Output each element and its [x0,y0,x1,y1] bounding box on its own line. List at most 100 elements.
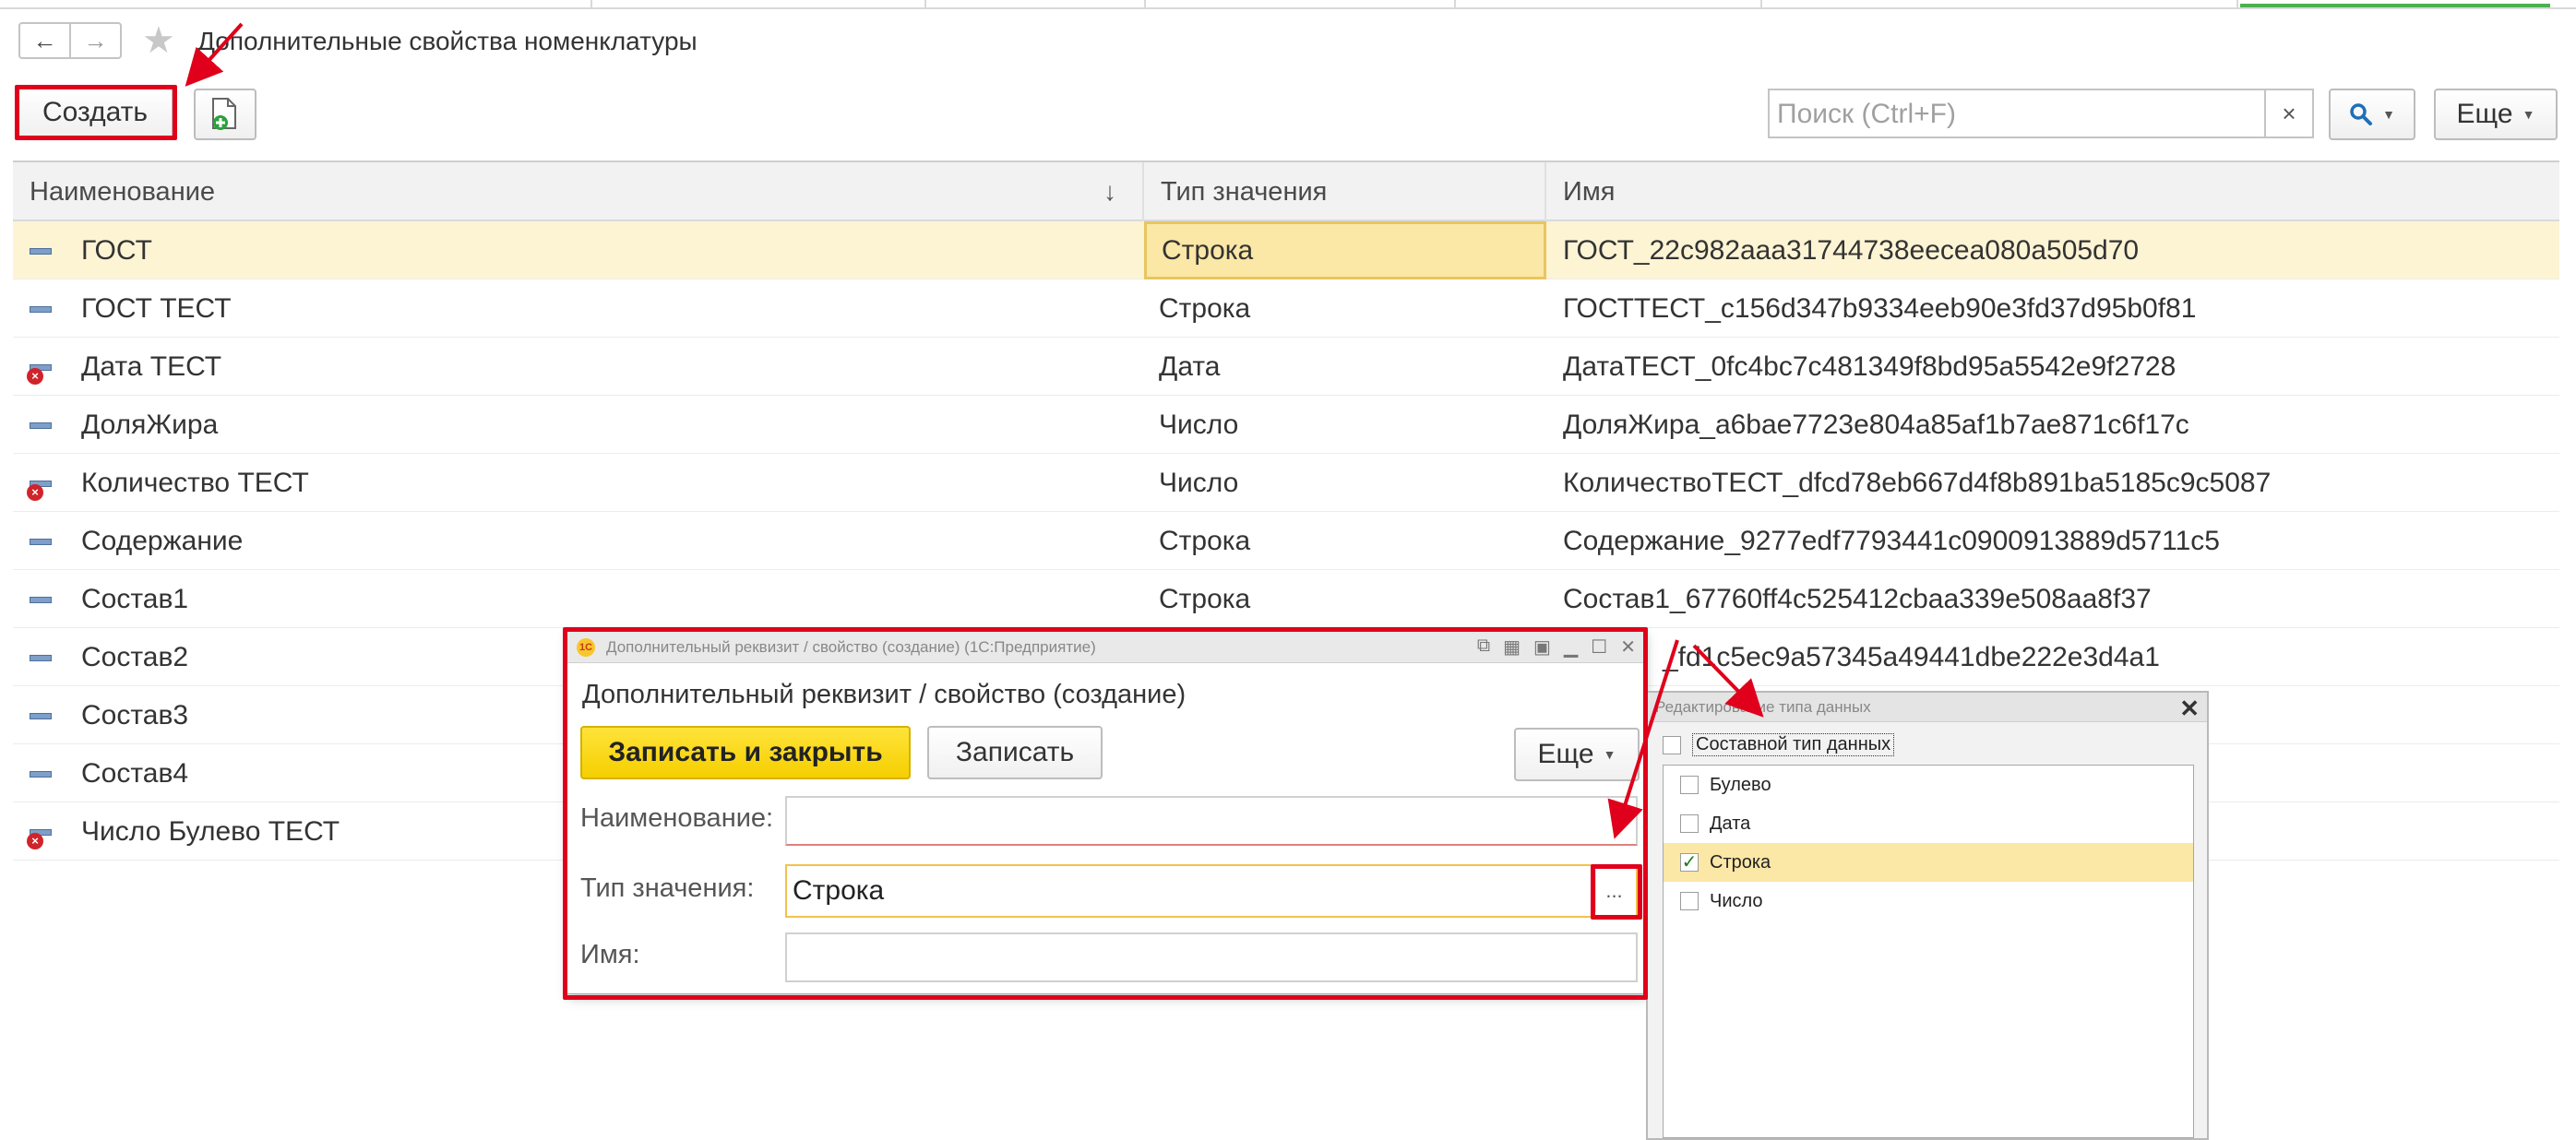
value-type-field[interactable]: Строка ... [785,864,1638,918]
link-icon[interactable]: ⧉ [1477,635,1490,659]
back-arrow-icon[interactable]: ← [20,24,69,57]
table-row[interactable]: × Количество ТЕСТ Число КоличествоТЕСТ_dfcd… [13,454,2559,512]
table-row[interactable]: ДоляЖира Число ДоляЖира_a6bae7723e804a85af… [13,396,2559,454]
property-icon [30,531,54,552]
page-title: Дополнительные свойства номенклатуры [197,27,698,55]
type-cell: Строка [1159,583,1251,614]
save-and-close-button[interactable]: Записать и закрыть [580,726,911,779]
id-cell: ДоляЖира_a6bae7723e804a85af1b7ae871c6f17… [1563,409,2189,440]
type-option[interactable]: Число [1664,882,2193,920]
column-header-id[interactable]: Имя [1546,162,2559,221]
type-editor-title: Редактирование типа данных [1655,697,1871,716]
type-list: Булево Дата ✓ Строка Число [1663,765,2194,1138]
more-button[interactable]: Еще ▼ [2434,89,2558,140]
type-cell: Дата [1159,350,1221,382]
type-option[interactable]: Дата [1664,804,2193,843]
name-text: ДоляЖира [81,409,219,440]
tab-divider [1760,0,1762,9]
name-cell: ГОСТ ТЕСТ [13,279,1144,338]
id-cell: ДатаТЕСТ_0fc4bc7c481349f8bd95a5542e9f272… [1563,350,2176,382]
name-text: Содержание [81,525,244,556]
calculator-icon[interactable]: ▦ [1503,635,1521,659]
marked-deleted-property-icon: × [27,473,54,501]
name-text: ГОСТ [81,234,152,266]
name-cell: ДоляЖира [13,396,1144,454]
clear-search-icon[interactable]: × [2264,90,2312,137]
marked-deleted-property-icon: × [27,357,54,385]
dialog-titlebar[interactable]: 1С Дополнительный реквизит / свойство (с… [567,632,1643,663]
type-cell: Число [1159,467,1239,498]
dialog-window-controls: ⧉ ▦ ▣ ▁ ☐ ✕ [1477,635,1636,659]
more-label: Еще [2456,99,2513,129]
table-row[interactable]: ГОСТ ТЕСТ Строка ГОСТТЕСТ_c156d347b9334eeb… [13,279,2559,338]
property-icon [30,299,54,319]
tab-divider [1454,0,1456,9]
checkbox-checked-icon: ✓ [1680,852,1699,873]
name-text: ГОСТ ТЕСТ [81,292,232,324]
create-button[interactable]: Создать [17,87,173,138]
name-cell: Состав1 [13,570,1144,628]
type-option-label: Число [1710,890,1763,911]
column-header-type[interactable]: Тип значения [1144,162,1546,221]
calendar-icon[interactable]: ▣ [1533,635,1551,659]
property-icon [30,589,54,610]
type-cell: Строка [1144,221,1546,279]
more-label: Еще [1537,739,1594,769]
close-icon[interactable]: ✕ [1620,635,1636,659]
type-editor-panel: Редактирование типа данных ✕ Составной т… [1646,691,2209,1140]
search-box: × [1768,89,2314,138]
forward-arrow-icon[interactable]: → [69,24,120,57]
search-button[interactable]: ▼ [2329,89,2415,140]
checkbox-icon [1680,776,1699,794]
tab-divider [924,0,926,9]
table-row[interactable]: Состав1 Строка Состав1_67760ff4c525412cbaa… [13,570,2559,628]
property-icon [30,415,54,435]
name-label: Наименование: [580,803,774,833]
table-row[interactable]: × Дата ТЕСТ Дата ДатаТЕСТ_0fc4bc7c481349f8b… [13,338,2559,396]
type-option[interactable]: ✓ Строка [1664,843,2193,882]
id-cell: Содержание_9277edf7793441c0900913889d571… [1563,525,2220,556]
close-icon[interactable]: ✕ [2179,695,2200,723]
dialog-more-button[interactable]: Еще ▼ [1514,728,1640,781]
name-text: Состав1 [81,583,189,614]
value-type-value: Строка [793,875,885,906]
type-option-label: Дата [1710,813,1751,834]
property-icon [30,706,54,726]
type-option[interactable]: Булево [1664,766,2193,804]
table-row[interactable]: ГОСТ Строка ГОСТ_22c982aaa31744738eecea080… [13,221,2559,279]
composite-type-checkbox[interactable]: Составной тип данных [1663,733,1895,756]
type-cell: Строка [1159,525,1251,556]
name-field[interactable] [785,796,1638,846]
column-header-name[interactable]: Наименование ↓ [13,162,1144,221]
maximize-icon[interactable]: ☐ [1591,635,1607,659]
name-text: Дата ТЕСТ [81,350,222,382]
chevron-down-icon: ▼ [2382,107,2395,122]
name-text: Количество ТЕСТ [81,467,309,498]
checkbox-icon [1680,814,1699,833]
table-row[interactable]: Содержание Строка Содержание_9277edf779344… [13,512,2559,570]
favorite-star-icon[interactable]: ★ [142,22,175,59]
type-cell: Число [1159,409,1239,440]
property-dialog: 1С Дополнительный реквизит / свойство (с… [566,631,1644,994]
type-editor-titlebar[interactable]: Редактирование типа данных ✕ [1648,693,2207,722]
name-text: Состав3 [81,699,189,730]
id-field[interactable] [785,932,1638,982]
save-button[interactable]: Записать [927,726,1103,779]
id-cell: ГОСТТЕСТ_c156d347b9334eeb90e3fd37d95b0f8… [1563,292,2197,324]
checkbox-icon [1663,735,1681,754]
minimize-icon[interactable]: ▁ [1564,635,1578,659]
value-type-label: Тип значения: [580,873,755,903]
search-input[interactable] [1777,100,2257,129]
app-logo-icon: 1С [577,637,595,657]
type-option-label: Булево [1710,774,1771,795]
create-copy-button[interactable] [194,89,256,140]
dialog-window-title: Дополнительный реквизит / свойство (созд… [606,637,1096,656]
sort-arrow-icon: ↓ [1103,177,1116,206]
type-cell: Строка [1159,292,1251,324]
search-icon [2350,103,2373,125]
property-icon [30,241,54,261]
select-type-button[interactable]: ... [1595,870,1632,912]
id-cell: ГОСТ_22c982aaa31744738eecea080a505d70 [1563,234,2140,266]
table-header: Наименование ↓ Тип значения Имя [13,162,2559,221]
name-text: Состав4 [81,757,189,789]
